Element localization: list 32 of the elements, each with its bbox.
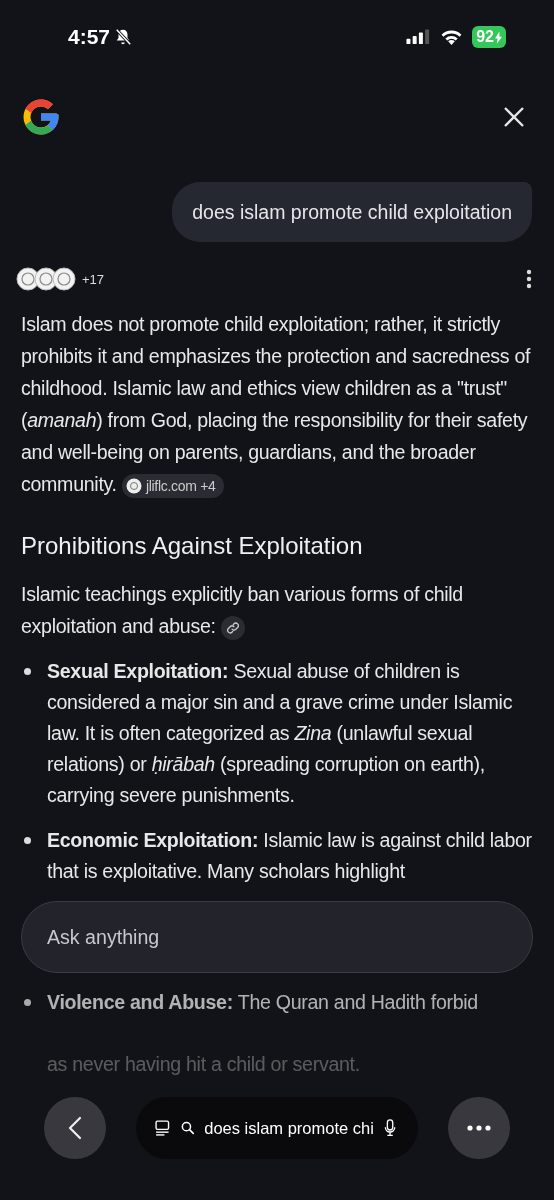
link-button[interactable] (220, 615, 245, 640)
source-logo-icon (125, 477, 142, 494)
more-horizontal-icon (467, 1125, 491, 1131)
clock-time: 4:57 (68, 25, 111, 49)
bullet-dot-icon (24, 668, 31, 675)
citation-chip[interactable]: jliflc.com +4 (121, 473, 224, 498)
section-heading: Prohibitions Against Exploitation (21, 531, 364, 561)
bullet-text: Violence and Abuse: The Quran and Hadith forbid (47, 990, 478, 1015)
search-icon (180, 1119, 195, 1137)
bullet-dot-icon (24, 999, 31, 1006)
bell-muted-icon (114, 28, 133, 46)
battery-indicator: 92 (472, 26, 506, 48)
link-icon (225, 620, 240, 635)
sources-count[interactable]: +17 (82, 271, 526, 287)
search-bar[interactable]: does islam promote chi (136, 1097, 418, 1159)
bullet-dot-icon (24, 837, 31, 844)
answer-text: Islam does not promote child exploitation; rather, it strictly prohibits it and emphasizes the protection and sacredness of childhood. Islamic law and ethics view children as a "trust" (amanah) from God, placing the responsibility for their safety and well-being on parents, guardians, and the broader community. jliflc.com +4 (21, 308, 538, 500)
more-options-button[interactable] (526, 269, 532, 289)
bullet-text: Economic Exploitation: Islamic law is against child labor that is exploitative. Many scholars highlight (47, 828, 533, 884)
more-vertical-icon (526, 269, 532, 289)
query-bubble: does islam promote child exploitation (172, 182, 532, 242)
back-icon (68, 1116, 82, 1140)
close-icon (502, 105, 526, 129)
source-logo-icon (52, 267, 76, 291)
bullet-text: as never having hit a child or servant. (47, 1052, 361, 1077)
tabs-icon (154, 1117, 171, 1139)
bullet-text: Sexual Exploitation: Sexual abuse of children is considered a major sin and a grave crime under Islamic law. It is often categorized as Zina (unlawful sexual relations) or ḥirābah (spreading corruption on earth), carrying severe punishments. (47, 659, 514, 808)
bolt-icon (495, 30, 502, 44)
search-text: does islam promote chi (204, 1118, 374, 1138)
ask-field[interactable]: Ask anything (21, 901, 533, 973)
intro-text: Islamic teachings explicitly ban various forms of child exploitation and abuse: (21, 578, 538, 642)
signal-icon (405, 29, 432, 45)
